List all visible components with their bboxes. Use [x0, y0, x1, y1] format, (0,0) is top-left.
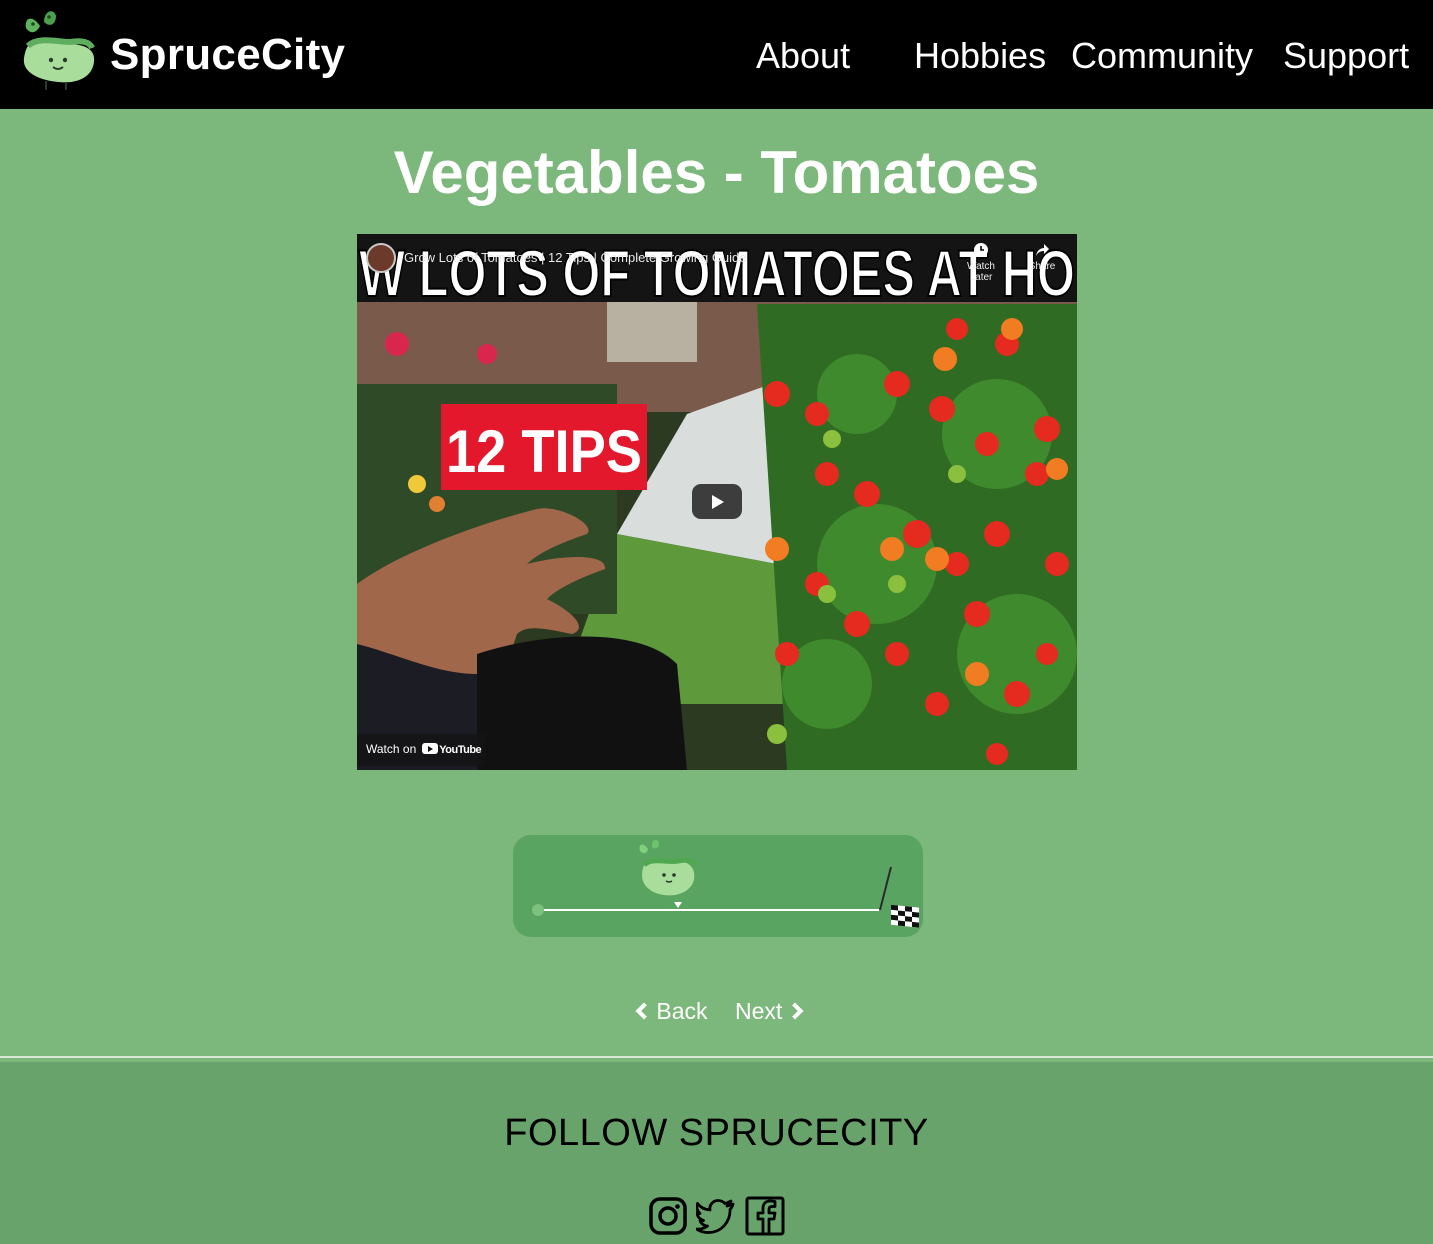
lesson-progress-card — [513, 835, 923, 937]
youtube-logo-icon — [422, 743, 439, 754]
nav-link-community[interactable]: Community — [1071, 35, 1253, 77]
top-navbar: SpruceCity About Hobbies Community Suppo… — [0, 0, 1433, 109]
footer-title: FOLLOW SPRUCECITY — [504, 1112, 929, 1154]
watch-on-label: Watch on — [366, 742, 417, 756]
youtube-wordmark: YouTube — [439, 744, 482, 756]
twitter-icon[interactable] — [696, 1196, 736, 1236]
chevron-left-icon — [635, 1002, 653, 1020]
share-arrow-icon — [1036, 244, 1049, 256]
brand-name[interactable]: SpruceCity — [110, 30, 345, 80]
play-button[interactable] — [692, 484, 742, 519]
youtube-video-embed[interactable]: W LOTS OF TOMATOES AT HO 12 TIPS Grow Lo… — [357, 234, 1077, 770]
next-button[interactable]: Next — [735, 998, 804, 1025]
share-label: Share — [1028, 261, 1056, 272]
back-button[interactable]: Back — [635, 998, 708, 1025]
footer-divider — [0, 1056, 1433, 1058]
back-label: Back — [656, 998, 708, 1024]
channel-avatar[interactable] — [366, 243, 396, 273]
checkered-finish-flag-icon — [879, 866, 919, 928]
watch-later-button[interactable]: Watch Later — [959, 242, 1003, 283]
nav-link-about[interactable]: About — [756, 35, 850, 77]
page-title: Vegetables - Tomatoes — [393, 139, 1040, 206]
next-label: Next — [735, 998, 783, 1024]
bean-mascot-progress-marker — [639, 839, 699, 908]
video-title[interactable]: Grow Lots of Tomatoes | 12 Tips | Comple… — [404, 250, 747, 265]
bean-mascot-logo-icon[interactable] — [18, 8, 98, 94]
progress-track — [532, 839, 919, 928]
nav-link-support[interactable]: Support — [1283, 35, 1409, 77]
chevron-right-icon — [786, 1002, 804, 1020]
footer: FOLLOW SPRUCECITY — [0, 1062, 1433, 1244]
instagram-icon[interactable] — [648, 1196, 688, 1236]
clock-icon — [974, 243, 988, 257]
nav-link-hobbies[interactable]: Hobbies — [914, 35, 1046, 77]
thumbnail-badge-text: 12 TIPS — [446, 418, 642, 485]
watch-on-youtube-link[interactable]: Watch on YouTube — [357, 734, 485, 766]
watch-later-label: Watch Later — [967, 261, 995, 283]
facebook-icon[interactable] — [745, 1196, 785, 1236]
share-button[interactable]: Share — [1020, 242, 1064, 272]
